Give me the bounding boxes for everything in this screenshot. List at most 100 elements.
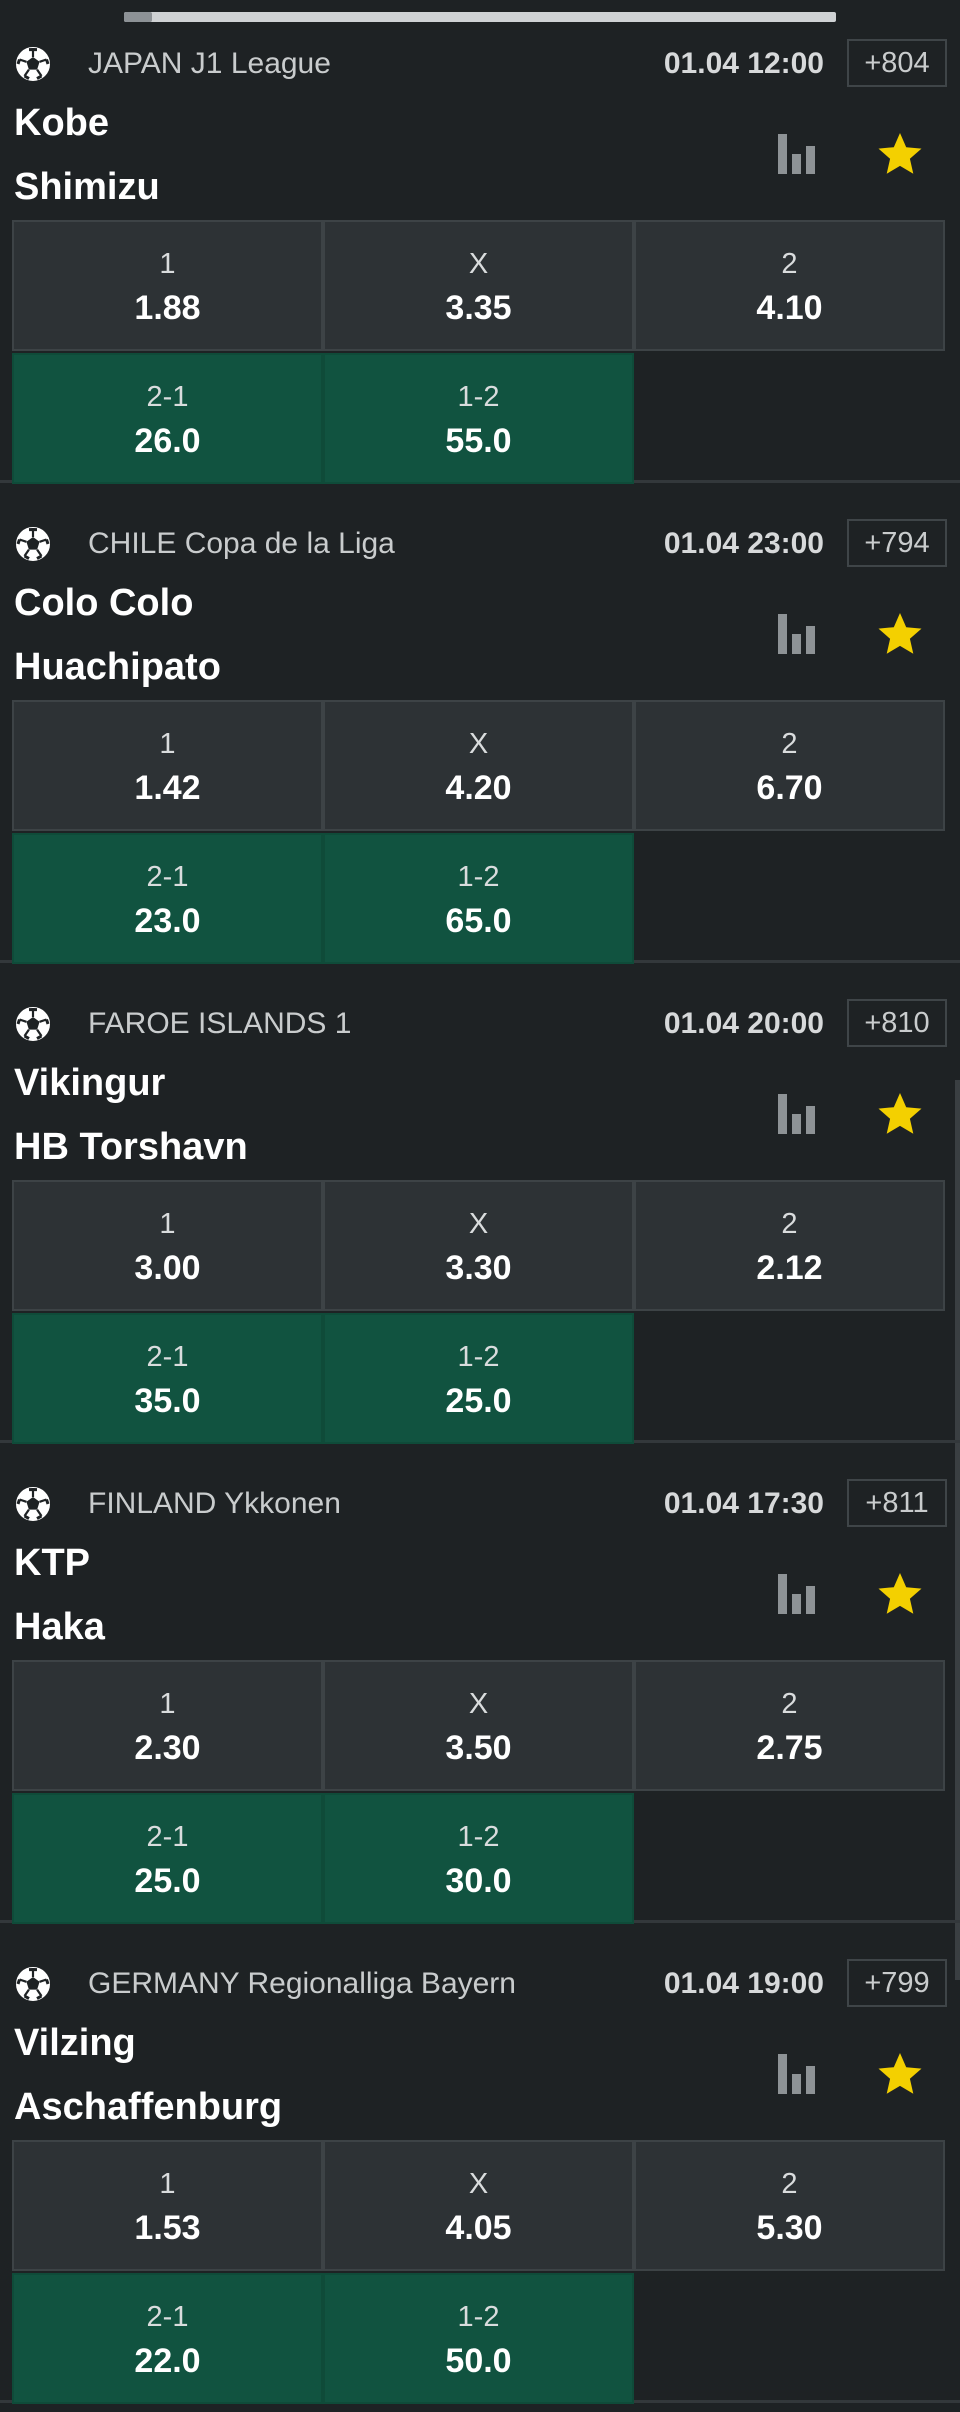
odds-button-home[interactable]: 1 1.88 — [12, 220, 323, 351]
home-team-name[interactable]: Vikingur — [14, 1060, 165, 1106]
odds-button-combo-1-2[interactable]: 1-2 30.0 — [323, 1793, 634, 1924]
odds-value: 3.30 — [445, 1249, 512, 1287]
soccer-ball-icon — [16, 1967, 50, 2001]
home-team-name[interactable]: Vilzing — [14, 2020, 136, 2066]
odds-label: 1-2 — [457, 2301, 500, 2333]
odds-button-away[interactable]: 2 5.30 — [634, 2140, 945, 2271]
odds-label: 1 — [159, 1208, 176, 1240]
odds-value: 3.35 — [445, 289, 512, 327]
odds-button-draw[interactable]: X 3.35 — [323, 220, 634, 351]
odds-button-combo-2-1[interactable]: 2-1 23.0 — [12, 833, 323, 964]
odds-value: 5.30 — [756, 2209, 823, 2247]
more-markets-button[interactable]: +804 — [847, 39, 947, 87]
odds-button-combo-2-1[interactable]: 2-1 35.0 — [12, 1313, 323, 1444]
odds-label: X — [468, 1208, 489, 1240]
odds-label: 1-2 — [457, 1821, 500, 1853]
odds-value: 4.05 — [445, 2209, 512, 2247]
star-icon[interactable] — [876, 2050, 924, 2098]
league-name[interactable]: CHILE Copa de la Liga — [88, 526, 395, 562]
star-icon[interactable] — [876, 1090, 924, 1138]
odds-button-home[interactable]: 1 2.30 — [12, 1660, 323, 1791]
odds-label: 1-2 — [457, 861, 500, 893]
odds-value: 4.20 — [445, 769, 512, 807]
odds-button-draw[interactable]: X 3.30 — [323, 1180, 634, 1311]
event-card: FAROE ISLANDS 1 01.04 20:00 +810 Vikingu… — [0, 960, 960, 1444]
star-icon[interactable] — [876, 1570, 924, 1618]
odds-label: 2 — [781, 248, 798, 280]
star-icon[interactable] — [876, 610, 924, 658]
more-markets-button[interactable]: +810 — [847, 999, 947, 1047]
odds-value: 23.0 — [134, 902, 201, 940]
odds-value: 25.0 — [445, 1382, 512, 1420]
odds-button-combo-2-1[interactable]: 2-1 26.0 — [12, 353, 323, 484]
event-card: FINLAND Ykkonen 01.04 17:30 +811 KTP Hak… — [0, 1440, 960, 1924]
odds-label: 1-2 — [457, 1341, 500, 1373]
odds-value: 22.0 — [134, 2342, 201, 2380]
away-team-name[interactable]: Haka — [14, 1604, 105, 1650]
odds-button-home[interactable]: 1 3.00 — [12, 1180, 323, 1311]
more-markets-button[interactable]: +811 — [847, 1479, 947, 1527]
odds-button-combo-1-2[interactable]: 1-2 55.0 — [323, 353, 634, 484]
bar-chart-icon[interactable] — [776, 2052, 818, 2094]
odds-button-draw[interactable]: X 3.50 — [323, 1660, 634, 1791]
odds-button-home[interactable]: 1 1.42 — [12, 700, 323, 831]
event-card: GERMANY Regionalliga Bayern 01.04 19:00 … — [0, 1920, 960, 2404]
home-team-name[interactable]: KTP — [14, 1540, 90, 1586]
odds-value: 3.50 — [445, 1729, 512, 1767]
odds-button-draw[interactable]: X 4.20 — [323, 700, 634, 831]
odds-value: 2.30 — [134, 1729, 201, 1767]
bar-chart-icon[interactable] — [776, 1572, 818, 1614]
odds-button-combo-2-1[interactable]: 2-1 25.0 — [12, 1793, 323, 1924]
odds-label: 2-1 — [146, 1821, 189, 1853]
odds-value: 26.0 — [134, 422, 201, 460]
league-name[interactable]: JAPAN J1 League — [88, 46, 331, 82]
star-icon[interactable] — [876, 130, 924, 178]
odds-label: 2 — [781, 1208, 798, 1240]
odds-button-combo-1-2[interactable]: 1-2 65.0 — [323, 833, 634, 964]
odds-button-combo-1-2[interactable]: 1-2 25.0 — [323, 1313, 634, 1444]
odds-value: 35.0 — [134, 1382, 201, 1420]
odds-button-away[interactable]: 2 6.70 — [634, 700, 945, 831]
odds-grid: 1 1.53 X 4.05 2 5.30 2-1 22.0 1-2 50.0 — [12, 2140, 948, 2404]
league-name[interactable]: GERMANY Regionalliga Bayern — [88, 1966, 516, 2002]
league-name[interactable]: FAROE ISLANDS 1 — [88, 1006, 351, 1042]
odds-button-combo-2-1[interactable]: 2-1 22.0 — [12, 2273, 323, 2404]
odds-value: 1.88 — [134, 289, 201, 327]
odds-button-away[interactable]: 2 4.10 — [634, 220, 945, 351]
odds-button-away[interactable]: 2 2.12 — [634, 1180, 945, 1311]
odds-value: 3.00 — [134, 1249, 201, 1287]
more-markets-button[interactable]: +794 — [847, 519, 947, 567]
home-team-name[interactable]: Colo Colo — [14, 580, 193, 626]
bar-chart-icon[interactable] — [776, 612, 818, 654]
bar-chart-icon[interactable] — [776, 132, 818, 174]
more-markets-button[interactable]: +799 — [847, 1959, 947, 2007]
odds-button-away[interactable]: 2 2.75 — [634, 1660, 945, 1791]
odds-value: 2.12 — [756, 1249, 823, 1287]
away-team-name[interactable]: Huachipato — [14, 644, 221, 690]
odds-button-combo-1-2[interactable]: 1-2 50.0 — [323, 2273, 634, 2404]
odds-value: 30.0 — [445, 1862, 512, 1900]
home-team-name[interactable]: Kobe — [14, 100, 109, 146]
match-datetime: 01.04 23:00 — [663, 527, 824, 560]
odds-label: 2-1 — [146, 861, 189, 893]
odds-grid: 1 3.00 X 3.30 2 2.12 2-1 35.0 1-2 25.0 — [12, 1180, 948, 1444]
away-team-name[interactable]: Shimizu — [14, 164, 160, 210]
odds-label: 2 — [781, 728, 798, 760]
odds-label: 2-1 — [146, 1341, 189, 1373]
odds-button-home[interactable]: 1 1.53 — [12, 2140, 323, 2271]
away-team-name[interactable]: HB Torshavn — [14, 1124, 248, 1170]
soccer-ball-icon — [16, 1487, 50, 1521]
odds-grid: 1 1.42 X 4.20 2 6.70 2-1 23.0 1-2 65.0 — [12, 700, 948, 964]
odds-button-draw[interactable]: X 4.05 — [323, 2140, 634, 2271]
odds-label: 1-2 — [457, 381, 500, 413]
soccer-ball-icon — [16, 1007, 50, 1041]
league-name[interactable]: FINLAND Ykkonen — [88, 1486, 341, 1522]
odds-label: 1 — [159, 2168, 176, 2200]
bar-chart-icon[interactable] — [776, 1092, 818, 1134]
odds-label: 1 — [159, 248, 176, 280]
odds-value: 1.42 — [134, 769, 201, 807]
soccer-ball-icon — [16, 527, 50, 561]
odds-label: X — [468, 248, 489, 280]
away-team-name[interactable]: Aschaffenburg — [14, 2084, 282, 2130]
odds-label: 2-1 — [146, 381, 189, 413]
